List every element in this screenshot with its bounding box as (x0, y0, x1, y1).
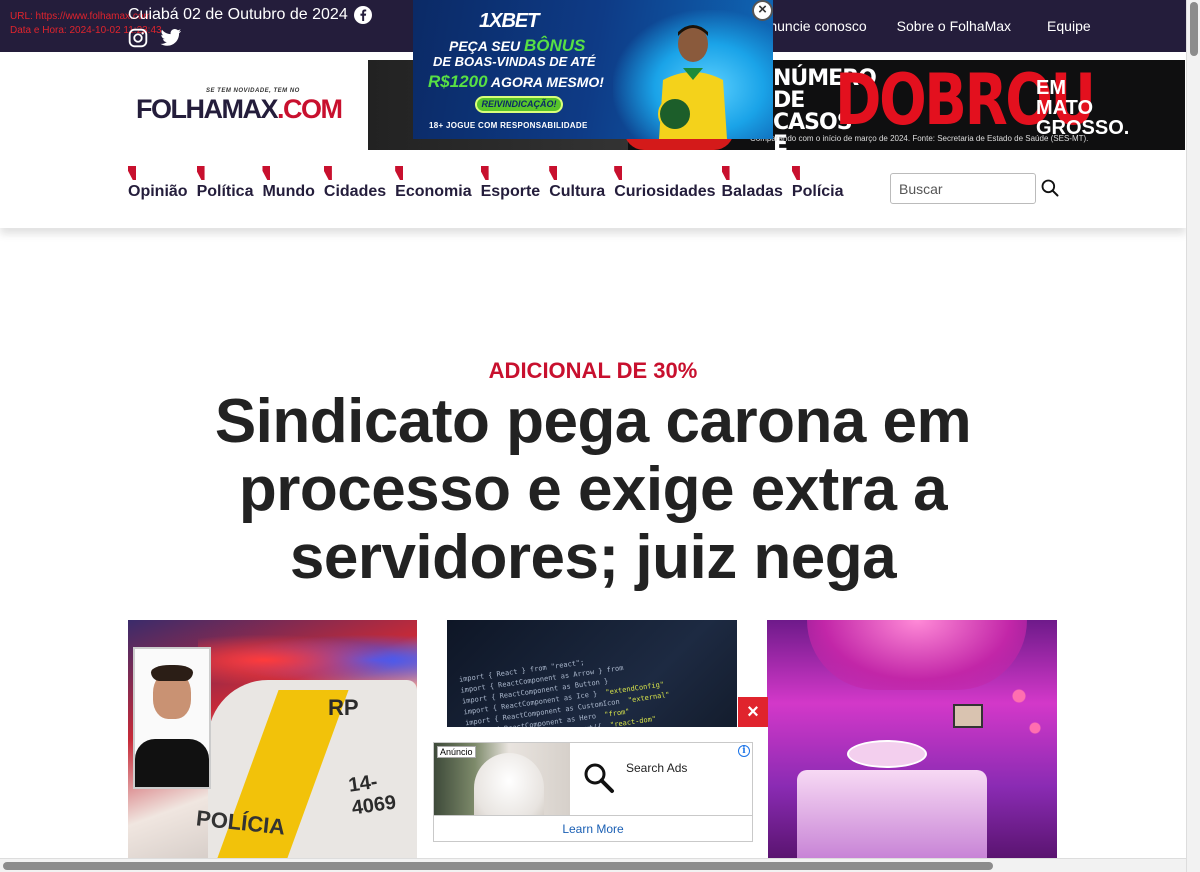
ad-image[interactable]: Anúncio (434, 743, 570, 815)
logo-part-max: MAX (221, 94, 278, 124)
nav-label: Cidades (323, 183, 387, 200)
news-card-motel[interactable] (767, 620, 1057, 858)
room-hearts (1007, 680, 1047, 760)
nav-item-cidades[interactable]: Cidades (323, 166, 387, 201)
logo-part-com: .COM (276, 94, 343, 124)
police-car-number: 14-4069 (347, 770, 398, 820)
nav-flag-icon (791, 166, 800, 180)
room-tv (953, 704, 983, 728)
logo-part-folha: FOLHA (136, 94, 223, 124)
twitter-icon[interactable] (160, 28, 182, 48)
nav-flag-icon (323, 166, 332, 180)
nav-label: Curiosidades (614, 183, 716, 200)
nav-item-policia[interactable]: Polícia (791, 166, 844, 201)
room-tub (847, 740, 927, 768)
nav-item-cultura[interactable]: Cultura (549, 166, 605, 201)
ad-line-2: DE BOAS-VINDAS DE ATÉ (433, 54, 596, 69)
logo-wordmark: FOLHAMAX.COM (136, 94, 343, 125)
main-nav: Opinião Política Mundo Cidades Economia … (128, 166, 853, 201)
site-logo[interactable]: SE TEM NOVIDADE, TEM NO FOLHAMAX.COM (136, 88, 343, 128)
search-icon[interactable] (1040, 178, 1060, 198)
bottom-ad-close-button[interactable]: × (738, 697, 768, 727)
banner-text-right: EM MATO GROSSO. (1036, 77, 1130, 139)
nav-label: Economia (395, 183, 472, 200)
top-link-advertise[interactable]: Anuncie conosco (760, 18, 867, 34)
ad-badge: Anúncio (437, 746, 476, 758)
nav-label: Baladas (721, 183, 783, 200)
horizontal-scroll-thumb[interactable] (3, 862, 993, 870)
nav-flag-icon (549, 166, 558, 180)
article-kicker: ADICIONAL DE 30% (488, 358, 698, 383)
search-ads-box[interactable]: Anúncio Search Ads i Learn More (433, 742, 753, 842)
social-links (128, 28, 182, 48)
ad-close-button[interactable]: × (752, 0, 773, 21)
learn-more-link[interactable]: Learn More (434, 815, 752, 841)
ad-cta-button[interactable]: REIVINDICAÇÃO! (475, 96, 563, 113)
instagram-icon[interactable] (128, 28, 148, 48)
nav-label: Esporte (480, 183, 541, 200)
wedding-dress-image (474, 753, 544, 815)
bottom-ad: Anúncio Search Ads i Learn More (418, 727, 768, 860)
nav-flag-icon (395, 166, 404, 180)
suspect-photo (133, 647, 211, 789)
police-car-rp: RP (328, 695, 359, 720)
ad-line-3-highlight: R$1200 (428, 72, 488, 91)
ad-line-3: R$1200 AGORA MESMO! (428, 72, 604, 92)
ad-line-1-highlight: BÔNUS (523, 36, 586, 55)
nav-flag-icon (196, 166, 205, 180)
nav-item-economia[interactable]: Economia (395, 166, 472, 201)
nav-item-baladas[interactable]: Baladas (721, 166, 783, 201)
nav-item-mundo[interactable]: Mundo (262, 166, 315, 201)
nav-flag-icon (721, 166, 730, 180)
ad-line-1: PEÇA SEU BÔNUS (449, 36, 585, 56)
player-image (658, 25, 727, 139)
nav-flag-icon (614, 166, 623, 180)
facebook-icon[interactable] (353, 6, 372, 24)
news-card-police[interactable]: RP 14-4069 POLÍCIA (128, 620, 417, 858)
1xbet-ad[interactable]: 1XBET PEÇA SEU BÔNUS DE BOAS-VINDAS DE A… (413, 0, 773, 139)
vertical-scroll-thumb[interactable] (1190, 2, 1198, 56)
nav-label: Cultura (549, 183, 606, 200)
nav-label: Política (196, 183, 254, 200)
magnifier-icon (584, 763, 614, 793)
room-ceiling (807, 620, 1027, 690)
ad-brand: 1XBET (479, 10, 539, 32)
nav-label: Polícia (791, 183, 844, 200)
nav-item-esporte[interactable]: Esporte (480, 166, 541, 201)
top-links: Anuncie conosco Sobre o FolhaMax Equipe (760, 18, 1091, 34)
nav-flag-icon (480, 166, 489, 180)
ad-title[interactable]: Search Ads (626, 761, 687, 775)
search-input[interactable] (890, 173, 1036, 204)
article-headline[interactable]: Sindicato pega carona em processo e exig… (150, 388, 1036, 592)
vertical-scrollbar[interactable] (1186, 0, 1200, 872)
date-line: Cuiabá 02 de Outubro de 2024 (128, 6, 372, 24)
banner-footnote: Comparando com o início de março de 2024… (750, 134, 1089, 143)
nav-item-curiosidades[interactable]: Curiosidades (614, 166, 716, 201)
nav-label: Opinião (128, 183, 188, 200)
ad-legal: 18+ JOGUE COM RESPONSABILIDADE (429, 121, 588, 130)
ad-info-icon[interactable]: i (738, 745, 750, 757)
top-link-team[interactable]: Equipe (1047, 18, 1091, 34)
ad-line-3-suffix: AGORA MESMO! (487, 74, 604, 90)
nav-flag-icon (128, 166, 136, 180)
nav-item-politica[interactable]: Política (196, 166, 254, 201)
photo-shirt (135, 739, 209, 787)
ad-line-1-prefix: PEÇA SEU (449, 38, 524, 54)
room-bed (797, 770, 987, 858)
photo-hair (151, 665, 193, 681)
nav-item-opiniao[interactable]: Opinião (128, 166, 188, 201)
horizontal-scrollbar[interactable] (0, 858, 1186, 872)
nav-flag-icon (262, 166, 271, 180)
current-date: Cuiabá 02 de Outubro de 2024 (128, 6, 348, 23)
top-link-about[interactable]: Sobre o FolhaMax (897, 18, 1011, 34)
nav-label: Mundo (262, 183, 315, 200)
